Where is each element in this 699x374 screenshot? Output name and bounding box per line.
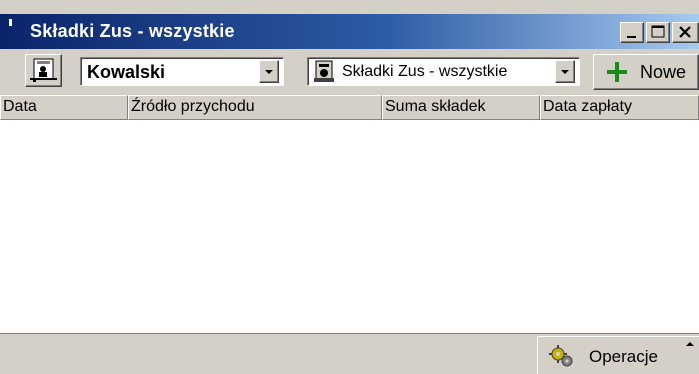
toolbar: Kowalski Składki Zus - wszystkie Nowe — [0, 49, 699, 95]
view-select-dropdown-button[interactable] — [555, 60, 575, 83]
chevron-down-icon — [265, 70, 273, 74]
close-button[interactable] — [672, 22, 699, 43]
maximize-icon — [651, 25, 665, 38]
document-stamp-icon — [314, 60, 334, 82]
minimize-icon — [627, 36, 636, 38]
column-header-date[interactable]: Data — [0, 95, 128, 120]
contributions-list[interactable] — [0, 120, 699, 334]
plus-icon — [607, 62, 627, 82]
view-select[interactable]: Składki Zus - wszystkie — [307, 57, 580, 86]
window-title: Składki Zus - wszystkie — [30, 21, 235, 41]
view-select-value: Składki Zus - wszystkie — [342, 63, 508, 80]
maximize-button[interactable] — [646, 22, 670, 43]
person-select-value: Kowalski — [87, 62, 166, 82]
gears-icon — [549, 345, 573, 367]
close-icon — [679, 26, 691, 38]
person-select-dropdown-button[interactable] — [259, 60, 279, 83]
operations-button[interactable]: Operacje — [537, 336, 699, 374]
chevron-up-icon — [686, 342, 694, 346]
new-button[interactable]: Nowe — [593, 54, 699, 90]
person-card-button[interactable] — [25, 54, 62, 87]
column-header-contributions-sum[interactable]: Suma składek — [382, 95, 540, 120]
window-menu-icon[interactable] — [9, 19, 12, 26]
column-header-payment-date[interactable]: Data zapłaty — [540, 95, 699, 120]
app-window: Składki Zus - wszystkie Kowalski Składki… — [0, 0, 699, 374]
chevron-down-icon — [561, 70, 569, 74]
person-card-icon — [30, 58, 57, 82]
minimize-button[interactable] — [620, 22, 644, 43]
status-bar: Operacje — [0, 334, 699, 374]
operations-button-label: Operacje — [589, 347, 658, 366]
title-bar[interactable]: Składki Zus - wszystkie — [0, 14, 699, 49]
column-header-income-source[interactable]: Źródło przychodu — [128, 95, 382, 120]
person-select[interactable]: Kowalski — [80, 57, 284, 86]
new-button-label: Nowe — [640, 62, 687, 82]
table-header: Data Źródło przychodu Suma składek Data … — [0, 95, 699, 120]
